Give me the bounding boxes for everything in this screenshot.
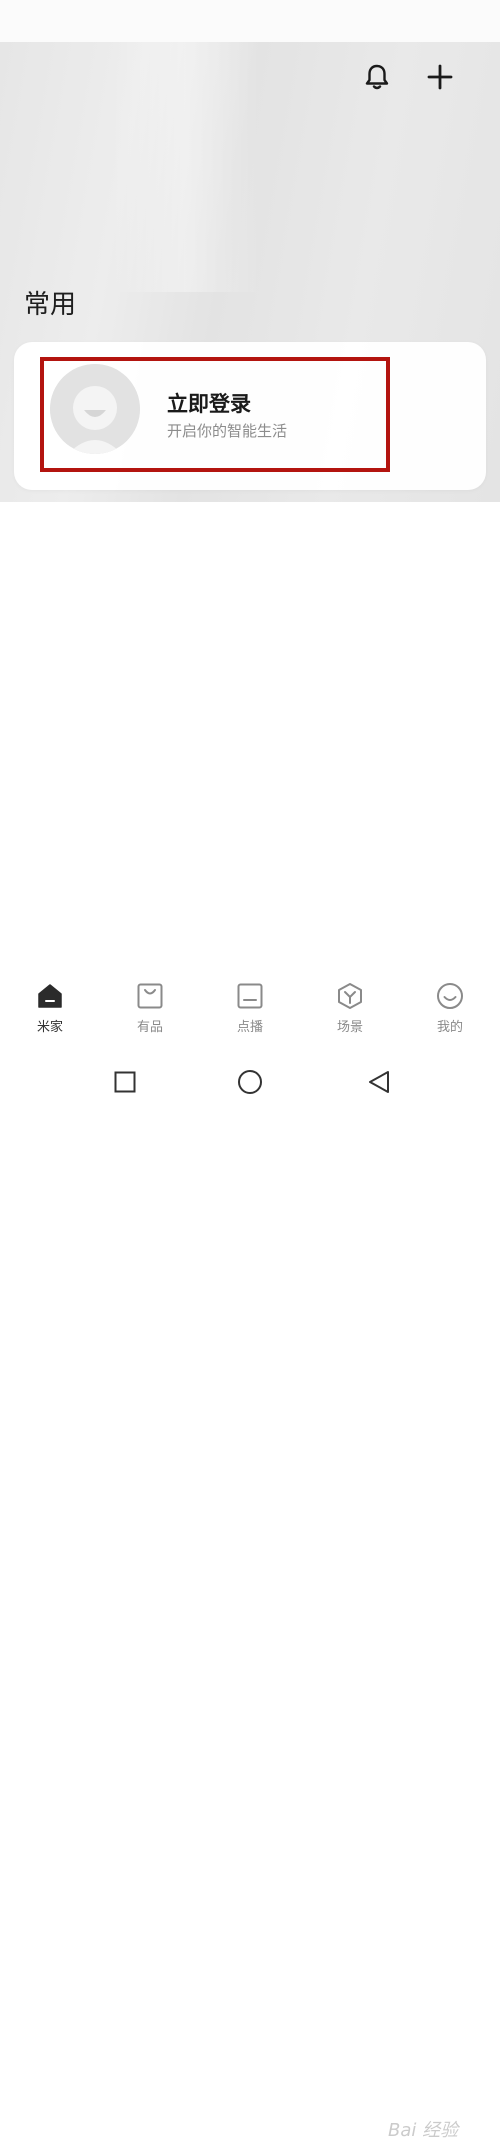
square-icon [114, 1071, 136, 1093]
add-device-button[interactable] [425, 62, 455, 92]
bottom-navigation: 米家 有品 点播 场景 我的 [0, 970, 500, 1038]
tab-mijia-label: 米家 [36, 1020, 63, 1035]
tab-mine-label: 我的 [436, 1020, 463, 1035]
tab-scene-label: 场景 [336, 1020, 363, 1035]
tab-mine[interactable]: 我的 [400, 970, 500, 1038]
section-title: 常用 [24, 290, 77, 320]
status-bar [0, 0, 500, 42]
header-light-shade [110, 42, 260, 292]
highlight-annotation-box[interactable] [40, 357, 390, 472]
cube-icon [338, 983, 362, 1009]
tab-youpin-label: 有品 [136, 1020, 163, 1035]
system-navigation-bar: Bai 经验 [0, 1050, 500, 2141]
home-icon [38, 984, 62, 1008]
smiley-icon [437, 983, 463, 1009]
login-card[interactable]: 立即登录 开启你的智能生活 [14, 342, 486, 490]
plus-icon [427, 64, 453, 90]
tab-youpin[interactable]: 有品 [100, 970, 200, 1038]
back-triangle-icon [369, 1071, 389, 1093]
notification-button[interactable] [362, 62, 392, 92]
tab-scene[interactable]: 场景 [300, 970, 400, 1038]
back-system-button[interactable] [366, 1069, 392, 1095]
tv-icon [237, 983, 263, 1009]
shopping-bag-icon [137, 983, 163, 1009]
tab-mijia[interactable]: 米家 [0, 970, 100, 1038]
recent-apps-button[interactable] [112, 1069, 138, 1095]
circle-icon [238, 1070, 262, 1094]
home-system-button[interactable] [237, 1069, 263, 1095]
bell-icon [365, 64, 389, 90]
tab-dianbo-label: 点播 [236, 1020, 263, 1035]
tab-dianbo[interactable]: 点播 [200, 970, 300, 1038]
watermark: Bai 经验 [388, 2120, 459, 2141]
